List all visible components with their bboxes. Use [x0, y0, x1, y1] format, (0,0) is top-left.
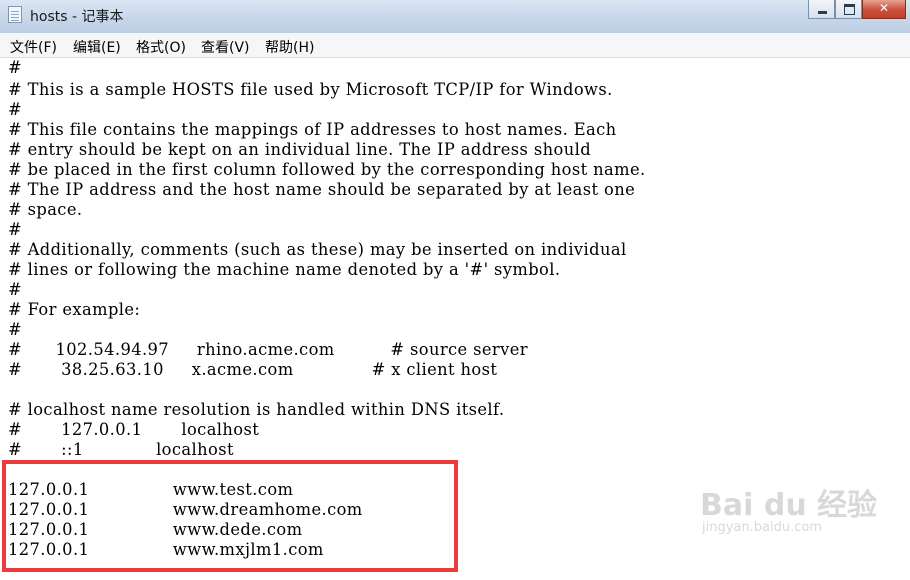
- text-line: # For example:: [8, 300, 141, 319]
- window-title: hosts - 记事本: [30, 9, 124, 25]
- text-line: # This file contains the mappings of IP …: [8, 120, 617, 139]
- minimize-button[interactable]: [808, 0, 835, 19]
- text-line: # localhost name resolution is handled w…: [8, 400, 505, 419]
- notepad-icon[interactable]: [8, 6, 22, 23]
- text-line: # The IP address and the host name shoul…: [8, 180, 636, 199]
- text-line: # 127.0.0.1 localhost: [8, 420, 260, 439]
- text-line: # ::1 localhost: [8, 440, 234, 459]
- host-entry-line: 127.0.0.1 www.test.com: [8, 480, 294, 499]
- text-line: #: [8, 220, 23, 239]
- text-line: # Additionally, comments (such as these)…: [8, 240, 627, 259]
- text-line: # space.: [8, 200, 83, 219]
- text-line: #: [8, 58, 23, 77]
- host-entry-line: 127.0.0.1 www.mxjlm1.com: [8, 540, 324, 559]
- title-bar[interactable]: hosts - 记事本: [0, 0, 910, 34]
- maximize-button[interactable]: [835, 0, 862, 19]
- text-line: # entry should be kept on an individual …: [8, 140, 592, 159]
- text-line: #: [8, 100, 23, 119]
- host-entry-line: 127.0.0.1 www.dreamhome.com: [8, 500, 363, 519]
- menu-view[interactable]: 查看(V): [201, 37, 250, 57]
- text-line: #: [8, 320, 23, 339]
- menu-bar: 文件(F) 编辑(E) 格式(O) 查看(V) 帮助(H): [0, 33, 910, 58]
- text-editor-area[interactable]: # # This is a sample HOSTS file used by …: [0, 58, 910, 580]
- text-line: # lines or following the machine name de…: [8, 260, 561, 279]
- window-controls: [808, 0, 906, 22]
- menu-format[interactable]: 格式(O): [136, 37, 186, 57]
- menu-edit[interactable]: 编辑(E): [73, 37, 121, 57]
- text-line: # 38.25.63.10 x.acme.com # x client host: [8, 360, 498, 379]
- close-button[interactable]: [862, 0, 906, 19]
- text-line: # be placed in the first column followed…: [8, 160, 646, 179]
- menu-file[interactable]: 文件(F): [10, 37, 57, 57]
- text-line: # 102.54.94.97 rhino.acme.com # source s…: [8, 340, 528, 359]
- text-line: #: [8, 280, 23, 299]
- notepad-window: hosts - 记事本 文件(F) 编辑(E) 格式(O) 查看(V) 帮助(H…: [0, 0, 910, 580]
- menu-help[interactable]: 帮助(H): [265, 37, 314, 57]
- text-line: # This is a sample HOSTS file used by Mi…: [8, 80, 613, 99]
- host-entry-line: 127.0.0.1 www.dede.com: [8, 520, 303, 539]
